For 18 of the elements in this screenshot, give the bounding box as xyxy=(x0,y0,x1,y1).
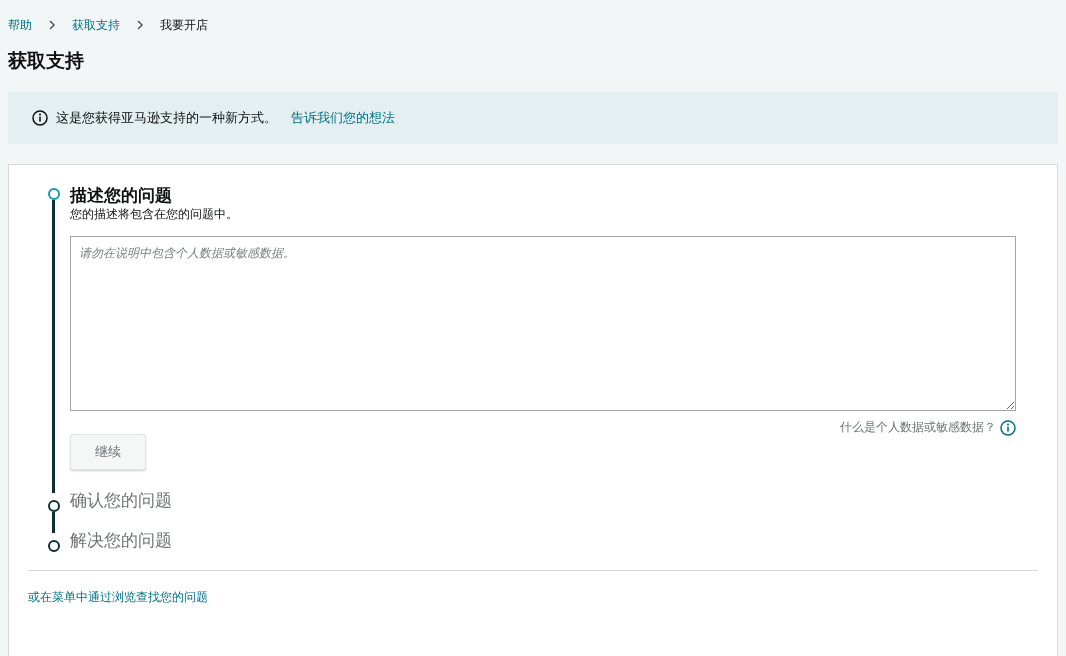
page-title: 获取支持 xyxy=(8,48,85,73)
feedback-link[interactable]: 告诉我们您的想法 xyxy=(291,109,395,127)
breadcrumb-link[interactable]: 我要开店 xyxy=(160,16,208,34)
info-icon xyxy=(32,110,48,126)
chevron-icon xyxy=(48,20,56,30)
help-link[interactable]: 什么是个人数据或敏感数据？ xyxy=(840,419,996,436)
step-title: 确认您的问题 xyxy=(70,490,173,510)
description-field[interactable]: 请勿在说明中包含个人数据或敏感数据。 xyxy=(70,236,1016,411)
breadcrumb-link[interactable]: 获取支持 xyxy=(72,16,120,34)
chevron-icon xyxy=(136,20,144,30)
browse-link[interactable]: 或在菜单中通过浏览查找您的问题 xyxy=(28,590,208,604)
step-description: 您的描述将包含在您的问题中。 xyxy=(70,207,239,222)
continue-button[interactable]: 继续 xyxy=(70,434,146,470)
step-title: 描述您的问题 xyxy=(70,185,173,205)
step-title: 解决您的问题 xyxy=(70,530,173,550)
breadcrumb-link[interactable]: 帮助 xyxy=(8,16,32,34)
info-icon xyxy=(1000,419,1016,436)
banner-text: 这是您获得亚马逊支持的一种新方式。 xyxy=(56,109,277,127)
